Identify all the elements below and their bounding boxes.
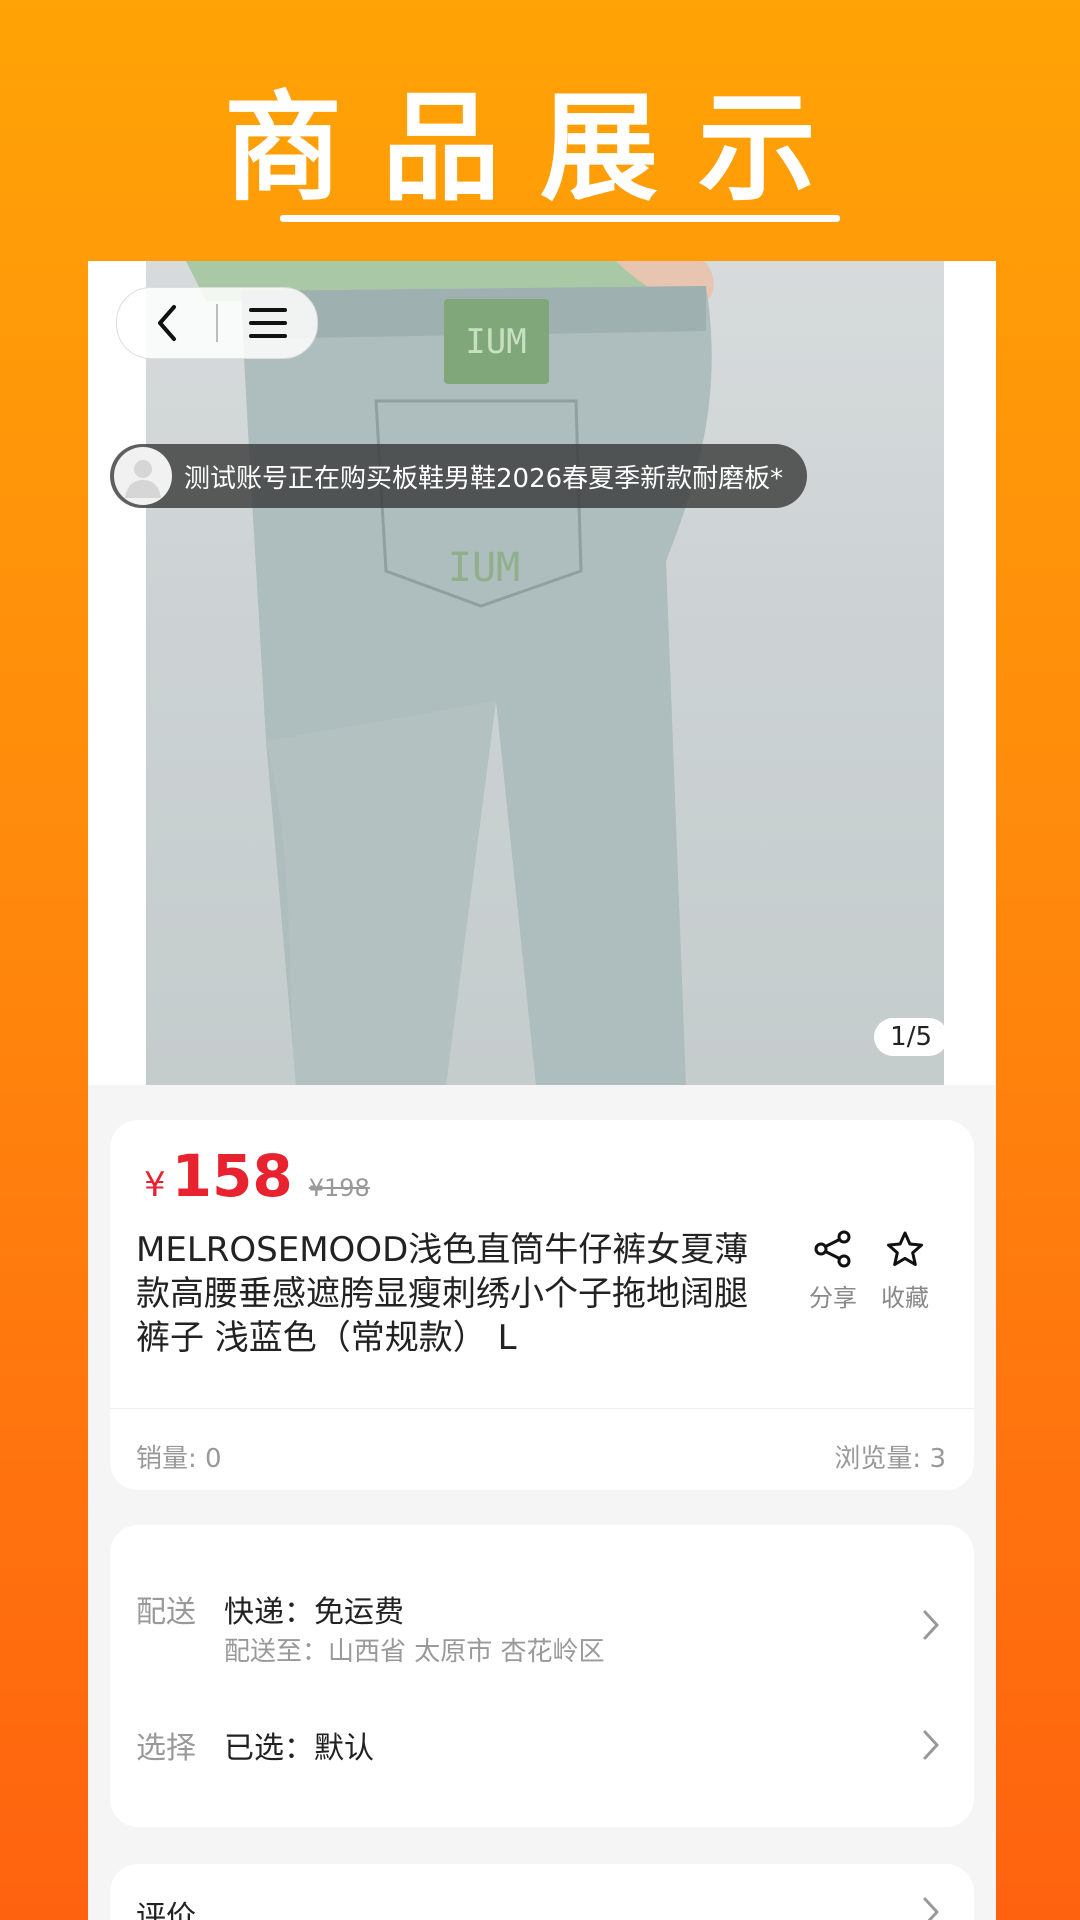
delivery-label: 配送 [136, 1595, 196, 1630]
price-row: ¥ 158 ¥198 [144, 1142, 370, 1210]
reviews-label: 评价 [136, 1900, 196, 1920]
selection-value: 已选：默认 [224, 1731, 374, 1766]
delivery-row[interactable]: 配送 快递：免运费 配送至：山西省 太原市 杏花岭区 [110, 1525, 974, 1675]
patch-logo: IUM [465, 322, 526, 362]
share-label: 分享 [809, 1284, 857, 1312]
ticker-text: 测试账号正在购买板鞋男鞋2026春夏季新款耐磨板* [184, 463, 784, 494]
chevron-right-icon [923, 1730, 939, 1760]
purchase-ticker: 测试账号正在购买板鞋男鞋2026春夏季新款耐磨板* [110, 444, 808, 508]
product-title: MELROSEMOOD浅色直筒牛仔裤女夏薄款高腰垂感遮胯显瘦刺绣小个子拖地阔腿裤… [136, 1230, 749, 1358]
banner-underline [280, 215, 840, 222]
menu-button[interactable] [218, 288, 317, 358]
selection-label: 选择 [136, 1731, 196, 1766]
favorite-label: 收藏 [881, 1284, 929, 1312]
favorite-button[interactable]: 收藏 [870, 1230, 940, 1313]
pocket-embroidery: IUM [448, 545, 520, 591]
share-icon [814, 1230, 851, 1268]
divider [110, 1408, 974, 1409]
jeans-illustration: IUM IUM [186, 261, 714, 1085]
banner-title: 商品展示 [223, 79, 856, 217]
selection-row[interactable]: 选择 已选：默认 [110, 1685, 974, 1805]
delivery-value: 快递：免运费 [224, 1595, 404, 1630]
currency-symbol: ¥ [144, 1165, 166, 1205]
nav-capsule [116, 287, 318, 359]
options-card: 配送 快递：免运费 配送至：山西省 太原市 杏花岭区 选择 已选：默认 [110, 1525, 974, 1827]
avatar [114, 447, 172, 505]
reviews-card[interactable]: 评价 [110, 1864, 974, 1920]
avatar-icon [125, 460, 161, 498]
view-count: 浏览量: 3 [834, 1444, 946, 1474]
chevron-right-icon [923, 1897, 939, 1920]
back-button[interactable] [117, 288, 216, 358]
phone-screen: IUM IUM 测试账号正在购买板鞋男鞋2026春夏季新款耐磨板* 1/5 ¥ … [88, 261, 996, 1920]
product-info-card: ¥ 158 ¥198 MELROSEMOOD浅色直筒牛仔裤女夏薄款高腰垂感遮胯显… [110, 1120, 974, 1490]
menu-icon [248, 308, 287, 338]
product-gallery[interactable]: IUM IUM 测试账号正在购买板鞋男鞋2026春夏季新款耐磨板* 1/5 [88, 261, 996, 1085]
sales-count: 销量: 0 [136, 1444, 222, 1474]
back-icon [157, 305, 176, 341]
product-photo[interactable]: IUM IUM [146, 261, 944, 1085]
original-price: ¥198 [308, 1174, 370, 1202]
chevron-right-icon [923, 1610, 939, 1640]
price: 158 [171, 1142, 293, 1210]
share-button[interactable]: 分享 [798, 1230, 868, 1313]
star-icon [887, 1231, 923, 1266]
delivery-address: 配送至：山西省 太原市 杏花岭区 [224, 1637, 605, 1667]
page-indicator: 1/5 [874, 1018, 948, 1056]
